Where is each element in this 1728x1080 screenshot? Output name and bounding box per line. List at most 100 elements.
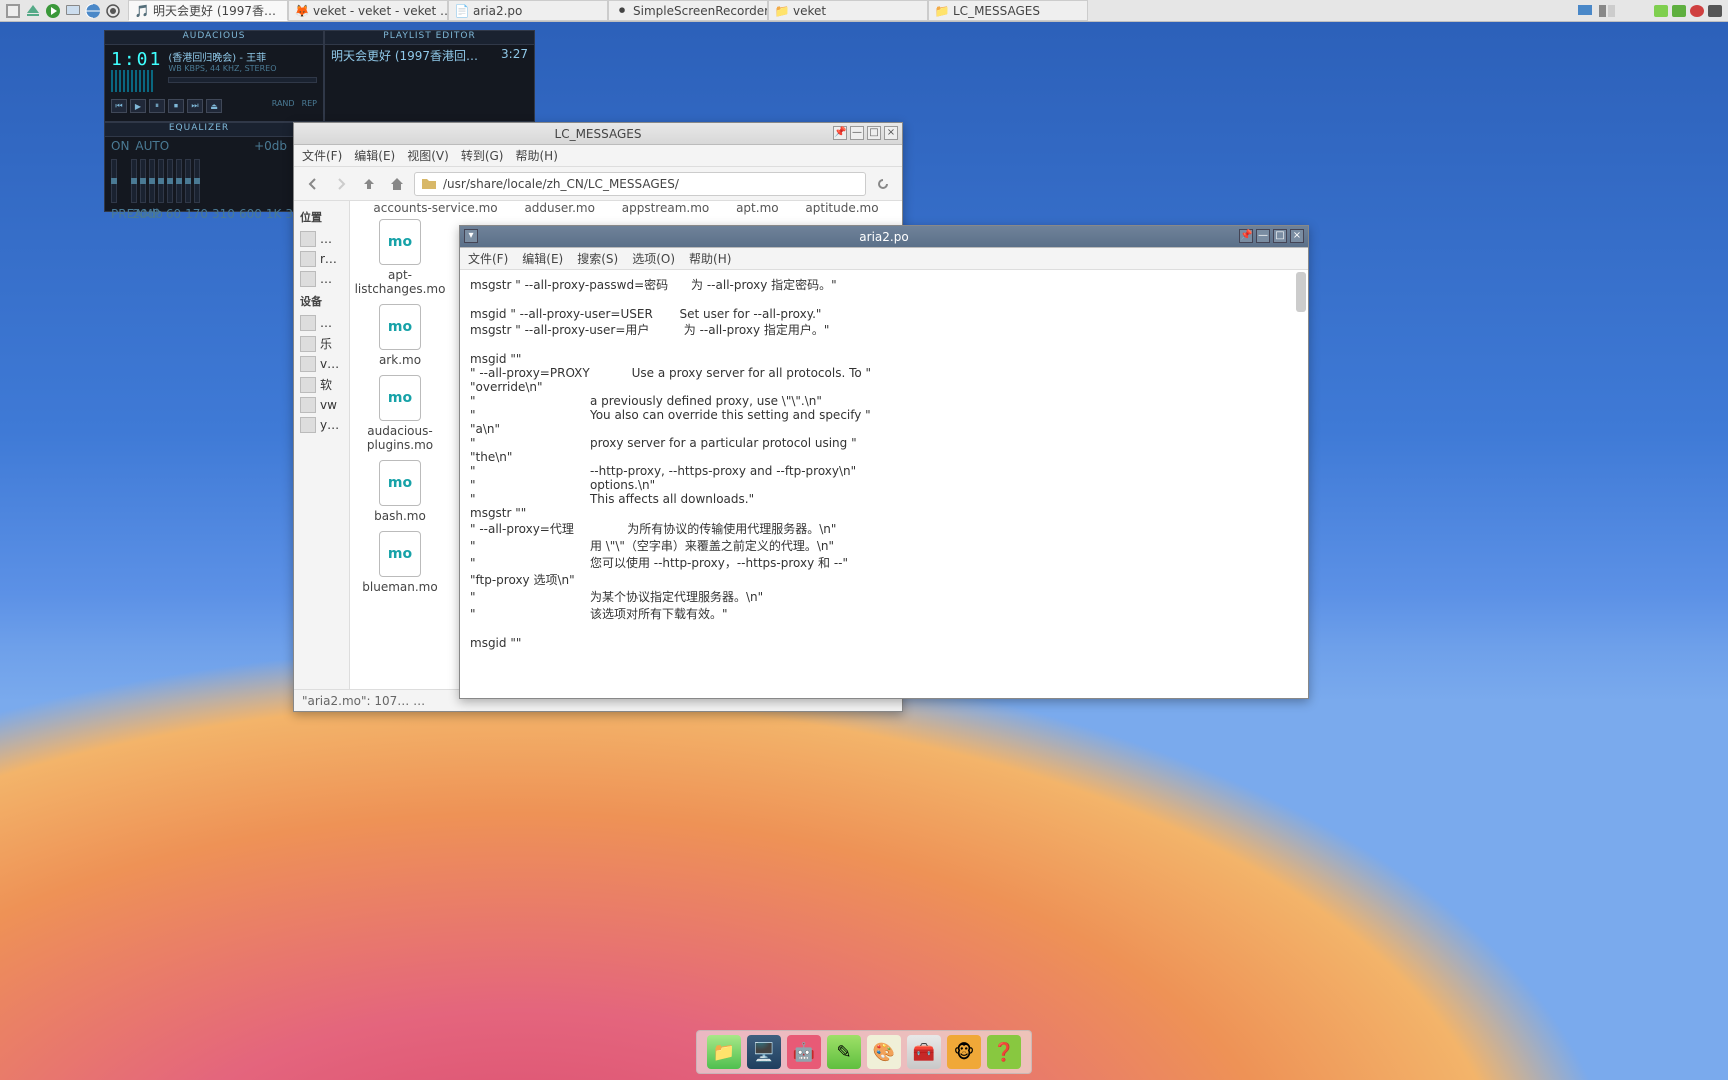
- eq-band-slider[interactable]: [176, 159, 182, 203]
- amp-rep-toggle[interactable]: REP: [302, 99, 317, 113]
- pin-button[interactable]: 📌: [833, 126, 847, 140]
- sidebar-item[interactable]: …: [298, 229, 345, 249]
- sidebar-item[interactable]: 软: [298, 374, 345, 395]
- file-item[interactable]: moapt-listchanges.mo: [360, 219, 440, 296]
- sidebar-item[interactable]: y…: [298, 415, 345, 435]
- eq-preamp-slider[interactable]: [111, 159, 117, 203]
- minimize-button[interactable]: —: [1256, 229, 1270, 243]
- dock-avatar-icon[interactable]: 🤖: [787, 1035, 821, 1069]
- sidebar-item[interactable]: vw: [298, 395, 345, 415]
- file-label[interactable]: appstream.mo: [622, 201, 710, 215]
- playlist-row[interactable]: 明天会更好 (1997香港回… 3:27: [325, 45, 534, 66]
- tray-play-icon[interactable]: [44, 2, 62, 20]
- eq-band-slider[interactable]: [158, 159, 164, 203]
- status-green2-icon[interactable]: [1672, 5, 1686, 17]
- eq-on-toggle[interactable]: ON: [111, 139, 129, 153]
- minimize-button[interactable]: —: [850, 126, 864, 140]
- sidebar-item[interactable]: v…: [298, 354, 345, 374]
- amp-seek-slider[interactable]: [168, 77, 317, 83]
- audacious-playlist-window[interactable]: PLAYLIST EDITOR 明天会更好 (1997香港回… 3:27: [324, 30, 535, 122]
- audacious-equalizer-window[interactable]: EQUALIZER ON AUTO +0db PREAMP -20db 60 1…: [104, 122, 294, 212]
- eq-band-slider[interactable]: [131, 159, 137, 203]
- tray-record-icon[interactable]: [104, 2, 122, 20]
- up-button[interactable]: [358, 173, 380, 195]
- workspace-switcher-icon[interactable]: [1598, 2, 1616, 20]
- tray-globe-icon[interactable]: [84, 2, 102, 20]
- menu-file[interactable]: 文件(F): [302, 147, 342, 164]
- file-label[interactable]: accounts-service.mo: [373, 201, 497, 215]
- menu-options[interactable]: 选项(O): [632, 250, 675, 267]
- eq-auto-toggle[interactable]: AUTO: [135, 139, 169, 153]
- task-item-recorder[interactable]: ⏺ SimpleScreenRecorder: [608, 0, 768, 21]
- home-button[interactable]: [386, 173, 408, 195]
- eq-band-slider[interactable]: [149, 159, 155, 203]
- menu-edit[interactable]: 编辑(E): [522, 250, 563, 267]
- scrollbar-thumb[interactable]: [1296, 272, 1306, 312]
- pause-button[interactable]: ⏸: [149, 99, 165, 113]
- amp-rand-toggle[interactable]: RAND: [272, 99, 295, 113]
- dock-desktop-icon[interactable]: 🖥️: [747, 1035, 781, 1069]
- dock-paint-icon[interactable]: 🎨: [867, 1035, 901, 1069]
- next-button[interactable]: ⏭: [187, 99, 203, 113]
- status-green-icon[interactable]: [1654, 5, 1668, 17]
- eq-band-slider[interactable]: [185, 159, 191, 203]
- maximize-button[interactable]: □: [867, 126, 881, 140]
- pin-button[interactable]: 📌: [1239, 229, 1253, 243]
- menu-file[interactable]: 文件(F): [468, 250, 508, 267]
- file-label[interactable]: apt.mo: [736, 201, 779, 215]
- menu-view[interactable]: 视图(V): [407, 147, 449, 164]
- dock-monkey-icon[interactable]: 🐵: [947, 1035, 981, 1069]
- file-label[interactable]: adduser.mo: [524, 201, 595, 215]
- eq-band-slider[interactable]: [167, 159, 173, 203]
- display-icon[interactable]: [1576, 2, 1594, 20]
- sidebar-item[interactable]: …: [298, 269, 345, 289]
- file-label[interactable]: aptitude.mo: [805, 201, 878, 215]
- eject-button[interactable]: ⏏: [206, 99, 222, 113]
- eq-band-slider[interactable]: [140, 159, 146, 203]
- fm-titlebar[interactable]: LC_MESSAGES 📌 — □ ×: [294, 123, 902, 145]
- play-button[interactable]: ▶: [130, 99, 146, 113]
- close-button[interactable]: ×: [1290, 229, 1304, 243]
- file-item[interactable]: moaudacious-plugins.mo: [360, 375, 440, 452]
- prev-button[interactable]: ⏮: [111, 99, 127, 113]
- menu-edit[interactable]: 编辑(E): [354, 147, 395, 164]
- amp-main-title[interactable]: AUDACIOUS: [105, 31, 323, 45]
- back-button[interactable]: [302, 173, 324, 195]
- forward-button[interactable]: [330, 173, 352, 195]
- audacious-main-window[interactable]: AUDACIOUS 1:01 (香港回归晚会) - 王菲 WB KBPS, 44…: [104, 30, 324, 122]
- sidebar-item[interactable]: 乐: [298, 333, 345, 354]
- tray-app-menu-icon[interactable]: [4, 2, 22, 20]
- task-item-audacious[interactable]: 🎵 明天会更好 (1997香…: [128, 0, 288, 21]
- dock-file-manager-icon[interactable]: 📁: [707, 1035, 741, 1069]
- menu-help[interactable]: 帮助(H): [515, 147, 557, 164]
- close-button[interactable]: ×: [884, 126, 898, 140]
- file-item[interactable]: moblueman.mo: [360, 531, 440, 594]
- file-item[interactable]: mobash.mo: [360, 460, 440, 523]
- status-dark-icon[interactable]: [1708, 5, 1722, 17]
- task-item-browser[interactable]: 🦊 veket - veket - veket …: [288, 0, 448, 21]
- menu-go[interactable]: 转到(G): [461, 147, 504, 164]
- path-text[interactable]: /usr/share/locale/zh_CN/LC_MESSAGES/: [443, 177, 679, 191]
- tray-monitor-icon[interactable]: [64, 2, 82, 20]
- amp-playlist-title[interactable]: PLAYLIST EDITOR: [325, 31, 534, 45]
- maximize-button[interactable]: □: [1273, 229, 1287, 243]
- editor-content[interactable]: msgstr " --all-proxy-passwd=密码 为 --all-p…: [460, 270, 1308, 698]
- eq-band-slider[interactable]: [194, 159, 200, 203]
- tray-eject-icon[interactable]: [24, 2, 42, 20]
- ed-titlebar[interactable]: ▾ aria2.po 📌 — □ ×: [460, 226, 1308, 248]
- task-item-folder-veket[interactable]: 📁 veket: [768, 0, 928, 21]
- task-item-editor[interactable]: 📄 aria2.po: [448, 0, 608, 21]
- sidebar-item[interactable]: r…: [298, 249, 345, 269]
- stop-button[interactable]: ⏹: [168, 99, 184, 113]
- menu-help[interactable]: 帮助(H): [689, 250, 731, 267]
- window-menu-button[interactable]: ▾: [464, 229, 478, 243]
- sidebar-item[interactable]: …: [298, 313, 345, 333]
- reload-button[interactable]: [872, 173, 894, 195]
- dock-help-icon[interactable]: ❓: [987, 1035, 1021, 1069]
- status-red-icon[interactable]: [1690, 5, 1704, 17]
- dock-editor-icon[interactable]: ✎: [827, 1035, 861, 1069]
- dock-utility-icon[interactable]: 🧰: [907, 1035, 941, 1069]
- amp-eq-title[interactable]: EQUALIZER: [105, 123, 293, 137]
- task-item-folder-lcmessages[interactable]: 📁 LC_MESSAGES: [928, 0, 1088, 21]
- menu-search[interactable]: 搜索(S): [577, 250, 618, 267]
